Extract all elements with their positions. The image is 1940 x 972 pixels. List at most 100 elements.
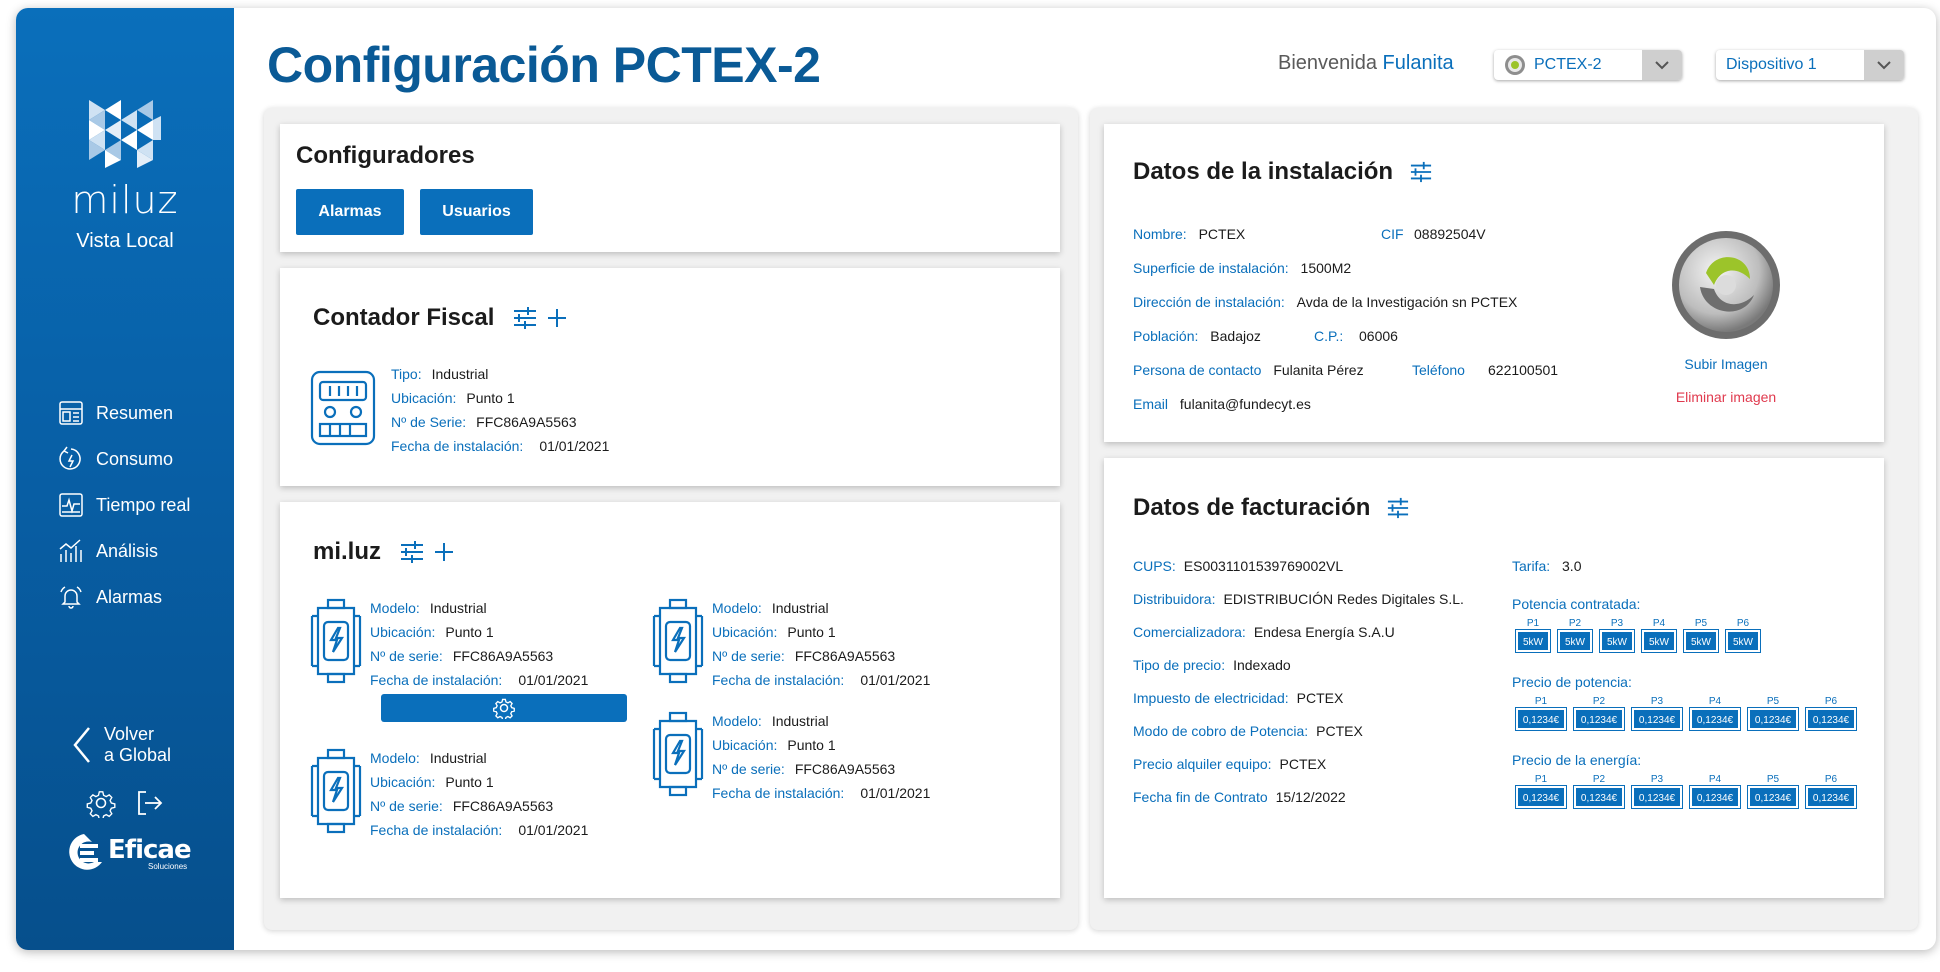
contador-fiscal-title: Contador Fiscal — [313, 304, 495, 331]
sidebar-item-resumen[interactable]: Resumen — [58, 390, 190, 436]
instalacion-info: Nombre: PCTEX CIF 08892504V Superficie d… — [1133, 222, 1653, 426]
serie-value: FFC86A9A5563 — [452, 648, 554, 664]
din-rail-meter-icon — [652, 598, 704, 684]
sidebar-item-label: Análisis — [96, 540, 159, 561]
chevron-down-icon[interactable] — [1864, 50, 1904, 80]
add-icon[interactable] — [546, 307, 568, 329]
precio-potencia-cell: P2 0,1234€ — [1574, 696, 1624, 730]
distribuidora-value: EDISTRIBUCIÓN Redes Digitales S.L. — [1223, 591, 1464, 607]
comercializadora-value: Endesa Energía S.A.U — [1253, 624, 1395, 640]
back-to-global-link[interactable]: Volver a Global — [72, 724, 171, 766]
tarifa-row: Tarifa: 3.0 — [1512, 554, 1581, 578]
modo-cobro-value: PCTEX — [1316, 723, 1363, 739]
tipo-value: Industrial — [431, 366, 489, 382]
sliders-settings-icon[interactable] — [512, 306, 538, 330]
consumption-icon — [59, 446, 81, 470]
realtime-icon — [59, 493, 83, 517]
din-rail-meter-icon — [652, 711, 704, 797]
precio-energia-cell: P6 0,1234€ — [1806, 774, 1856, 808]
period-label: P2 — [1592, 696, 1606, 707]
fecha-label: Fecha de instalación: — [370, 822, 503, 838]
comercializadora-label: Comercializadora: — [1133, 624, 1246, 640]
potencia-cell: P2 5kW — [1558, 618, 1592, 652]
device-settings-button[interactable] — [381, 694, 627, 722]
period-label: P1 — [1526, 618, 1540, 629]
superficie-value: 1500M2 — [1300, 260, 1352, 276]
cups-label: CUPS: — [1133, 558, 1176, 574]
period-label: P3 — [1650, 774, 1664, 785]
logout-icon[interactable] — [134, 788, 164, 818]
distribuidora-label: Distribuidora: — [1133, 591, 1216, 607]
period-label: P1 — [1534, 774, 1548, 785]
miluz-device-1[interactable]: Modelo: Industrial Ubicación: Punto 1 Nº d… — [310, 598, 588, 692]
impuesto-label: Impuesto de electricidad: — [1133, 690, 1289, 706]
gear-icon[interactable] — [86, 788, 116, 818]
period-label: P6 — [1824, 774, 1838, 785]
welcome-label: Bienvenida — [1278, 52, 1377, 74]
app-window: miluz Vista Local Resumen Consumo Tiempo… — [16, 8, 1936, 950]
precio-energia-cell: P2 0,1234€ — [1574, 774, 1624, 808]
precio-energia-title: Precio de la energía: — [1512, 752, 1642, 768]
precio-potencia-cell: P4 0,1234€ — [1690, 696, 1740, 730]
device-select-value: Dispositivo 1 — [1726, 56, 1817, 73]
add-icon[interactable] — [433, 541, 455, 563]
eficae-logo: Eficae Soluciones — [62, 832, 192, 877]
alarmas-config-button[interactable]: Alarmas — [296, 189, 404, 235]
modelo-value: Industrial — [429, 600, 487, 616]
modelo-label: Modelo: — [712, 600, 762, 616]
ubicacion-value: Punto 1 — [787, 737, 836, 753]
device-select[interactable]: Dispositivo 1 — [1716, 50, 1904, 80]
cif-label: CIF — [1381, 226, 1404, 242]
precio-energia-value: 0,1234€ — [1690, 786, 1740, 808]
period-label: P6 — [1824, 696, 1838, 707]
sliders-settings-icon[interactable] — [399, 540, 425, 564]
sidebar-item-alarmas[interactable]: Alarmas — [58, 574, 190, 620]
precio-energia-value: 0,1234€ — [1574, 786, 1624, 808]
period-label: P6 — [1736, 618, 1750, 629]
miluz-logo-icon — [89, 100, 161, 168]
sidebar-item-analisis[interactable]: Análisis — [58, 528, 190, 574]
miluz-device-3[interactable]: Modelo: Industrial Ubicación: Punto 1 Nº d… — [652, 598, 930, 692]
modelo-value: Industrial — [771, 713, 829, 729]
precio-potencia-cell: P6 0,1234€ — [1806, 696, 1856, 730]
precio-energia-value: 0,1234€ — [1806, 786, 1856, 808]
ubicacion-label: Ubicación: — [391, 390, 457, 406]
precio-energia-cell: P5 0,1234€ — [1748, 774, 1798, 808]
view-mode-label: Vista Local — [76, 230, 174, 252]
fecha-value: 01/01/2021 — [860, 672, 931, 688]
sliders-settings-icon[interactable] — [1409, 161, 1433, 183]
period-label: P4 — [1652, 618, 1666, 629]
sidebar-item-label: Resumen — [96, 402, 174, 423]
facturacion-card: Datos de facturación CUPS: ES003110153976… — [1104, 458, 1884, 898]
serie-label: Nº de Serie: — [391, 414, 467, 430]
precio-potencia-value: 0,1234€ — [1806, 708, 1856, 730]
ubicacion-label: Ubicación: — [370, 774, 436, 790]
installation-select[interactable]: PCTEX-2 — [1494, 50, 1682, 80]
sidebar-item-consumo[interactable]: Consumo — [58, 436, 190, 482]
usuarios-config-button[interactable]: Usuarios — [420, 189, 533, 235]
brand-name: miluz — [71, 178, 179, 222]
precio-potencia-value: 0,1234€ — [1690, 708, 1740, 730]
fecha-label: Fecha de instalación: — [712, 672, 845, 688]
potencia-contratada-title: Potencia contratada: — [1512, 596, 1641, 612]
sidebar-item-tiempo-real[interactable]: Tiempo real — [58, 482, 190, 528]
configuradores-title: Configuradores — [296, 142, 475, 169]
ubicacion-value: Punto 1 — [445, 624, 494, 640]
page-title: Configuración PCTEX-2 — [267, 37, 821, 93]
tipo-label: Tipo: — [391, 366, 422, 382]
period-label: P3 — [1610, 618, 1624, 629]
miluz-device-4[interactable]: Modelo: Industrial Ubicación: Punto 1 Nº d… — [652, 711, 930, 805]
direccion-value: Avda de la Investigación sn PCTEX — [1296, 294, 1518, 310]
sliders-settings-icon[interactable] — [1386, 497, 1410, 519]
telefono-value: 622100501 — [1488, 362, 1559, 378]
serie-label: Nº de serie: — [370, 648, 443, 664]
fecha-value: 01/01/2021 — [518, 822, 589, 838]
delete-image-link[interactable]: Eliminar imagen — [1656, 389, 1796, 405]
chevron-down-icon[interactable] — [1642, 50, 1682, 80]
upload-image-link[interactable]: Subir Imagen — [1656, 356, 1796, 372]
miluz-device-2[interactable]: Modelo: Industrial Ubicación: Punto 1 Nº d… — [310, 748, 588, 842]
precio-potencia-value: 0,1234€ — [1574, 708, 1624, 730]
dashboard-icon — [59, 401, 83, 425]
sidebar-item-label: Alarmas — [96, 586, 163, 607]
fecha-value: 01/01/2021 — [860, 785, 931, 801]
